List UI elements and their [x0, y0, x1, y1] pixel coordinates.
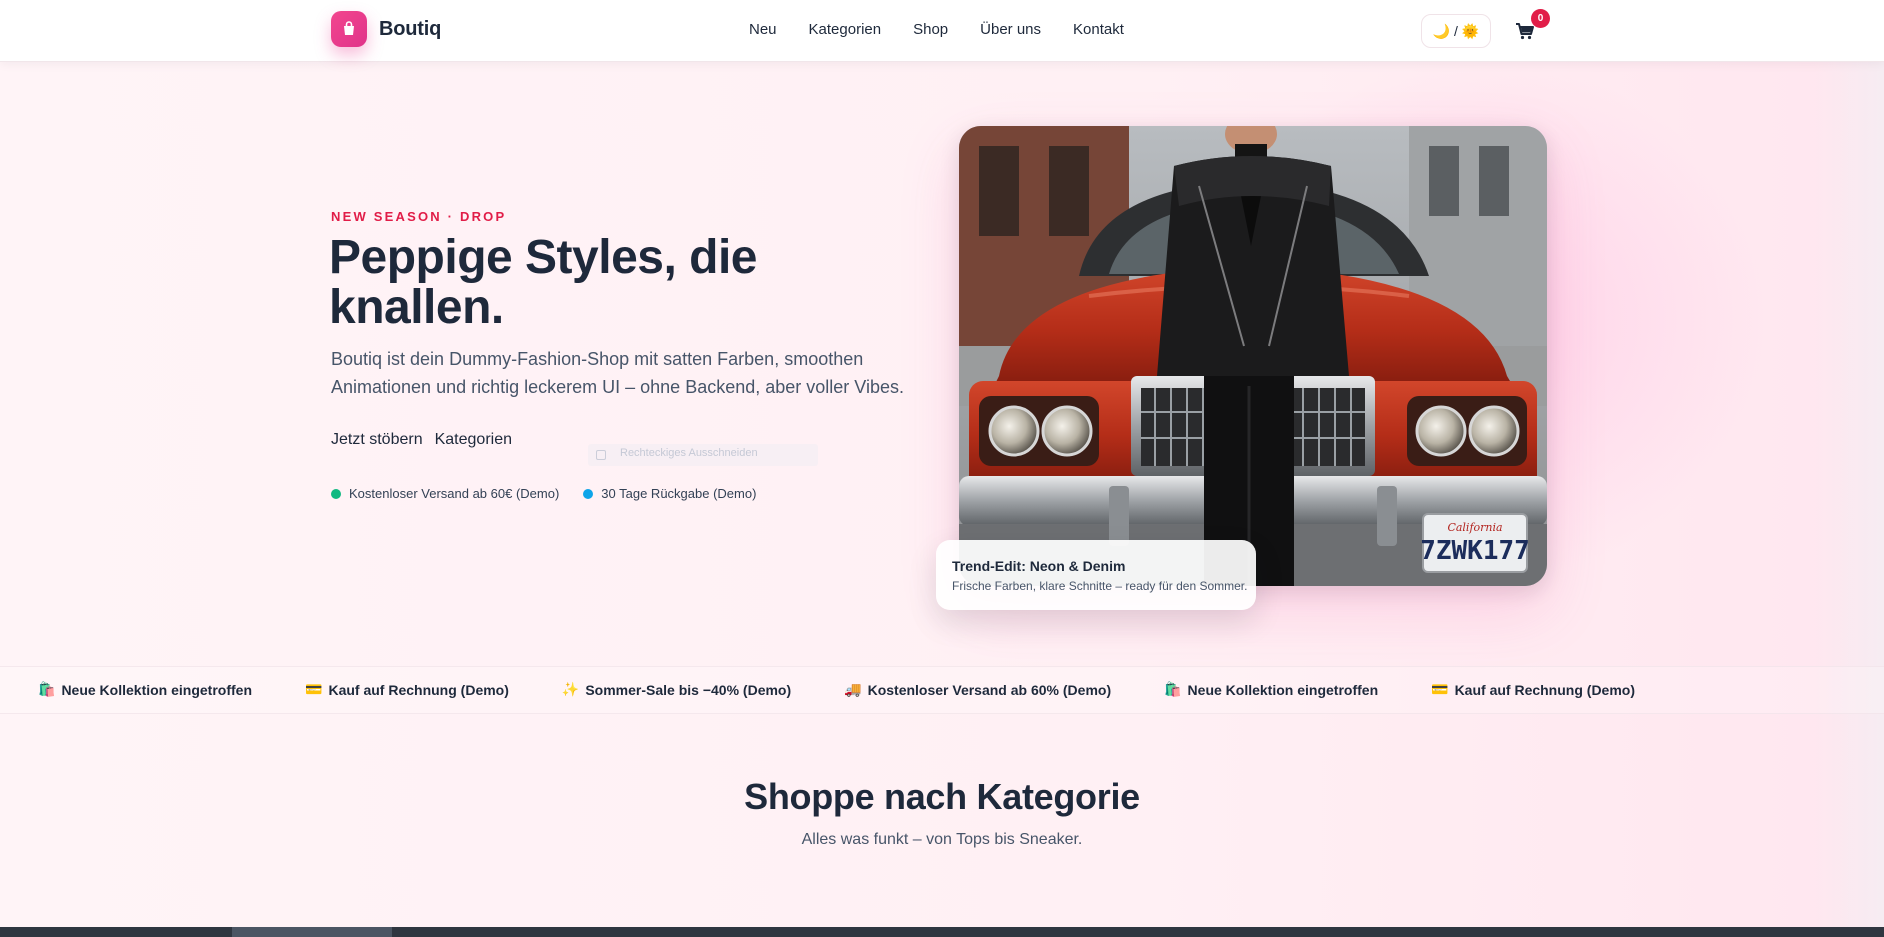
ticker-item: 🚚 Kostenloser Versand ab 60% (Demo): [844, 681, 1111, 698]
hero-features: Kostenloser Versand ab 60€ (Demo) 30 Tag…: [331, 486, 756, 501]
ticker-item: 💳 Kauf auf Rechnung (Demo): [1431, 681, 1635, 698]
ticker-label: Kauf auf Rechnung (Demo): [328, 681, 509, 698]
theme-toggle-button[interactable]: 🌙 / 🌞: [1421, 14, 1491, 48]
theme-toggle-label: 🌙 / 🌞: [1432, 22, 1480, 39]
brand-name: Boutiq: [379, 17, 442, 40]
ticker-track: 🛍️ Neue Kollektion eingetroffen 💳 Kauf a…: [38, 681, 1635, 698]
shop-now-button[interactable]: Jetzt stöbern: [331, 431, 423, 449]
hero-image: California 7ZWK177: [959, 126, 1547, 586]
ticker-item: 🛍️ Neue Kollektion eingetroffen: [38, 681, 252, 698]
trend-edit-card[interactable]: Trend-Edit: Neon & Denim Frische Farben,…: [936, 540, 1256, 610]
delivery-truck-icon: 🚚: [844, 681, 862, 697]
ticker-label: Kostenloser Versand ab 60% (Demo): [867, 681, 1112, 698]
nav-link-kontakt[interactable]: Kontakt: [1073, 21, 1124, 38]
nav-link-shop[interactable]: Shop: [913, 21, 948, 38]
main-nav: Neu Kategorien Shop Über uns Kontakt: [749, 21, 1124, 38]
nav-link-neu[interactable]: Neu: [749, 21, 777, 38]
feature-label: 30 Tage Rückgabe (Demo): [601, 486, 757, 501]
plate-state-label: California: [1447, 521, 1502, 534]
hero-description: Boutiq ist dein Dummy-Fashion-Shop mit s…: [331, 349, 904, 397]
green-dot-icon: [331, 488, 341, 499]
ticker-label: Neue Kollektion eingetroffen: [61, 681, 253, 698]
ticker-item: 💳 Kauf auf Rechnung (Demo): [305, 681, 509, 698]
rectangle-snip-icon: [596, 450, 606, 460]
category-section-subtitle: Alles was funkt – von Tops bis Sneaker.: [801, 831, 1083, 848]
cart-count-badge: 0: [1531, 9, 1550, 28]
ticker-item: ✨ Sommer-Sale bis −40% (Demo): [562, 681, 791, 698]
taskbar-active-app[interactable]: [232, 927, 392, 937]
feature-label: Kostenloser Versand ab 60€ (Demo): [349, 486, 560, 501]
snip-tool-label: Rechteckiges Ausschneiden: [620, 447, 758, 459]
ticker-label: Neue Kollektion eingetroffen: [1187, 681, 1379, 698]
credit-card-icon: 💳: [1431, 681, 1449, 697]
ticker-item: 🛍️ Neue Kollektion eingetroffen: [1164, 681, 1378, 698]
trend-card-subtitle: Frische Farben, klare Schnitte – ready f…: [952, 579, 1248, 593]
credit-card-icon: 💳: [305, 681, 323, 697]
shopping-bags-icon: 🛍️: [1164, 681, 1182, 697]
top-navigation-bar: Boutiq Neu Kategorien Shop Über uns Kont…: [0, 0, 1884, 62]
hero-cta-row: Jetzt stöbern Kategorien: [331, 431, 512, 449]
feature-free-shipping: Kostenloser Versand ab 60€ (Demo): [331, 486, 559, 501]
sparkles-icon: ✨: [561, 681, 580, 697]
ticker-label: Kauf auf Rechnung (Demo): [1454, 681, 1636, 698]
category-section-title: Shoppe nach Kategorie: [744, 776, 1140, 817]
feature-returns: 30 Tage Rückgabe (Demo): [583, 486, 756, 501]
shopping-bag-logo-icon: [331, 11, 367, 47]
hero-title: Peppige Styles, die knallen.: [329, 231, 757, 334]
nav-link-ueber-uns[interactable]: Über uns: [980, 21, 1041, 38]
categories-button[interactable]: Kategorien: [435, 431, 512, 449]
announcement-ticker: 🛍️ Neue Kollektion eingetroffen 💳 Kauf a…: [0, 666, 1884, 714]
shopping-bags-icon: 🛍️: [38, 681, 56, 697]
ticker-label: Sommer-Sale bis −40% (Demo): [585, 681, 792, 698]
brand-link[interactable]: Boutiq: [331, 11, 441, 47]
license-plate-number: 7ZWK177: [1420, 536, 1530, 566]
snip-tool-tooltip: Rechteckiges Ausschneiden: [588, 444, 818, 466]
trend-card-title: Trend-Edit: Neon & Denim: [952, 558, 1126, 574]
blue-dot-icon: [583, 488, 594, 499]
nav-link-kategorien[interactable]: Kategorien: [809, 21, 882, 38]
hero-eyebrow: NEW SEASON · DROP: [331, 209, 507, 224]
